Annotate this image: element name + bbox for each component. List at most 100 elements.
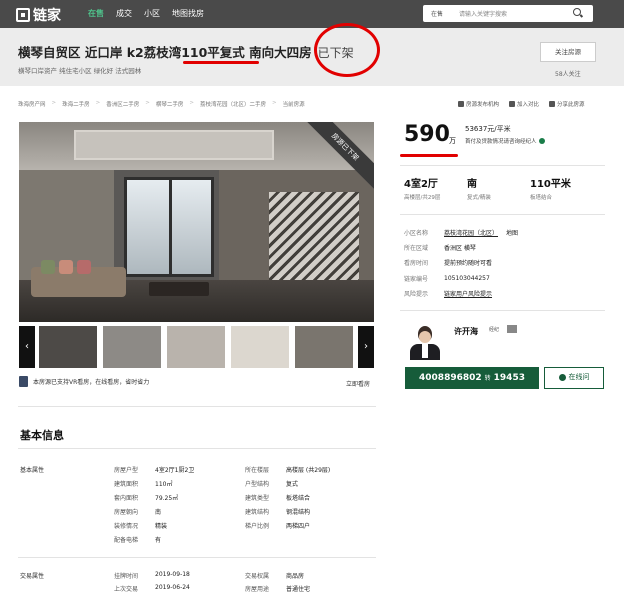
attr-row: 建筑面积 110㎡ [114, 481, 173, 488]
nav-item-map[interactable]: 地图找房 [172, 8, 204, 19]
total-price: 590 [404, 122, 450, 147]
lianjia-logo[interactable]: 链家 [16, 5, 61, 25]
divider [18, 406, 376, 407]
attr-row: 房屋朝向南 [114, 509, 162, 516]
plus-icon [509, 101, 516, 107]
vr-icon [19, 376, 28, 387]
info-key: 所在区域 [404, 245, 429, 253]
red-underline-price-mark [400, 154, 458, 157]
breadcrumb-item[interactable]: 珠海房产网 [18, 100, 46, 108]
attr-row: 配备电梯有 [114, 537, 162, 544]
share-button[interactable]: 分享此房源 [549, 100, 585, 108]
attr-row: 户型结构 复式 [245, 481, 299, 488]
info-row-id: 链家编号 105103044257 [404, 271, 518, 286]
ext-label: 转 [484, 375, 491, 382]
chat-label: 在线问 [568, 373, 590, 381]
trade-attributes-label: 交易属性 [20, 573, 45, 580]
search-input[interactable]: 请输入关键字搜索 [459, 9, 507, 18]
listing-info: 小区名称 荔枝湾花园（北区） 地图 所在区域 香洲区 横琴 看房时间 提前预约随… [404, 225, 518, 301]
thumbnail[interactable] [39, 326, 97, 368]
basic-info-title: 基本信息 [20, 429, 64, 442]
main-photo[interactable]: 房源已下架 [19, 122, 374, 322]
thumbnail[interactable] [295, 326, 353, 368]
nav-item-community[interactable]: 小区 [144, 8, 160, 19]
price-note: 首付及贷款情况请咨询经纪人 [465, 137, 545, 145]
chevron-right-icon[interactable]: › [358, 326, 374, 368]
basic-attributes-label: 基本属性 [20, 467, 45, 474]
breadcrumb-item[interactable]: 荔枝湾花园（北区）二手房 [200, 100, 266, 108]
info-row-viewing: 看房时间 提前预约随时可看 [404, 255, 518, 270]
red-underline-mark [183, 61, 259, 64]
attr-row: 梯户比例 两梯四户 [245, 523, 311, 530]
vr-notice-text: 本房源已支持VR看房，在线看房，省时省力 [33, 379, 150, 386]
chevron-left-icon[interactable]: ‹ [19, 326, 35, 368]
chat-icon [558, 373, 566, 381]
phone-button[interactable]: 4008896802 转 19453 [405, 367, 539, 389]
listing-actions: 房源发布机构 加入对比 分享此房源 [458, 100, 585, 108]
stat-value: 4室2厅 [404, 179, 438, 190]
info-row-area: 所在区域 香洲区 横琴 [404, 240, 518, 255]
breadcrumb-item[interactable]: 香洲区二手房 [106, 100, 139, 108]
info-value[interactable]: 香洲区 横琴 [444, 243, 476, 252]
agency-link[interactable]: 房源发布机构 [458, 100, 499, 108]
search-box[interactable]: 在售 请输入关键字搜索 [423, 5, 593, 22]
compare-button[interactable]: 加入对比 [509, 100, 539, 108]
divider [400, 214, 605, 215]
info-key: 看房时间 [404, 260, 429, 268]
red-circle-mark [314, 23, 380, 77]
search-type-select[interactable]: 在售 [431, 9, 443, 18]
agent-badge: 经纪 [489, 327, 500, 333]
attr-row: 套内面积 79.25㎡ [114, 495, 179, 502]
vr-view-link[interactable]: 立即看房 [346, 379, 370, 388]
price-unit: 万 [449, 137, 456, 145]
building-icon [458, 101, 464, 107]
agent-name[interactable]: 许开海 [454, 326, 478, 337]
divider [18, 557, 376, 558]
breadcrumb: 珠海房产网 > 珠海二手房 > 香洲区二手房 > 横琴二手房 > 荔枝湾花园（北区）二手… [18, 100, 305, 108]
stat-label: 复式/精装 [467, 195, 491, 201]
listing-subtitle: 横琴口岸资产 纯住宅小区 绿化好 法式园林 [18, 67, 142, 75]
stat-value: 110平米 [530, 179, 571, 190]
thumbnail-strip: ‹ › [19, 326, 374, 368]
room-stats: 4室2厅 高楼层/共29层 南 复式/精装 110平米 板塔结合 [404, 175, 593, 201]
info-row-community: 小区名称 荔枝湾花园（北区） 地图 [404, 225, 518, 240]
chat-icon[interactable] [538, 138, 545, 144]
risk-link[interactable]: 链家用户风险提示 [444, 289, 492, 298]
nav-item-sold[interactable]: 成交 [116, 8, 132, 19]
info-key: 风险提示 [404, 290, 429, 298]
info-key: 小区名称 [404, 230, 429, 238]
breadcrumb-item[interactable]: 横琴二手房 [156, 100, 184, 108]
price-note-text: 首付及贷款情况请咨询经纪人 [465, 139, 537, 145]
attr-row: 房屋户型 4室2厅1厨2卫 [114, 467, 195, 474]
follow-count: 58人关注 [555, 71, 581, 78]
nav-item-for-sale[interactable]: 在售 [88, 8, 104, 19]
top-nav: 链家 在售 成交 小区 地图找房 在售 请输入关键字搜索 [0, 0, 624, 28]
stat-area: 110平米 板塔结合 [530, 175, 593, 201]
breadcrumb-item[interactable]: 珠海二手房 [62, 100, 90, 108]
share-icon [549, 101, 556, 107]
follow-button[interactable]: 关注房源 [540, 42, 596, 62]
attr-row: 建筑类型 板塔结合 [245, 495, 311, 502]
info-value: 提前预约随时可看 [444, 260, 493, 268]
thumbnail[interactable] [167, 326, 225, 368]
map-link[interactable]: 地图 [506, 228, 518, 237]
trade-row: 房屋用途 普通住宅 [245, 586, 311, 593]
attr-row: 所在楼层 高楼层 (共29层) [245, 467, 331, 474]
stat-rooms: 4室2厅 高楼层/共29层 [404, 175, 467, 201]
floorplan-thumbnail[interactable] [231, 326, 289, 368]
attr-row: 建筑结构 钢混结构 [245, 509, 311, 516]
logo-text: 链家 [33, 8, 61, 24]
search-icon[interactable] [573, 8, 581, 16]
unit-price: 53637元/平米 [465, 125, 511, 133]
trade-row: 上次交易 2019-06-24 [114, 584, 190, 593]
community-link[interactable]: 荔枝湾花园（北区） [444, 228, 498, 237]
phone-number: 4008896802 [419, 373, 482, 383]
trade-row: 交易权属 商品房 [245, 573, 305, 580]
divider [18, 448, 376, 449]
nav-links: 在售 成交 小区 地图找房 [88, 8, 204, 19]
agent-avatar[interactable] [408, 322, 442, 360]
thumbnail[interactable] [103, 326, 161, 368]
stat-label: 板塔结合 [530, 195, 553, 201]
listing-title: 横琴自贸区 近口岸 k2荔枝湾110平复式 南向大四房 已下架 [18, 42, 354, 61]
online-chat-button[interactable]: 在线问 [544, 367, 604, 389]
